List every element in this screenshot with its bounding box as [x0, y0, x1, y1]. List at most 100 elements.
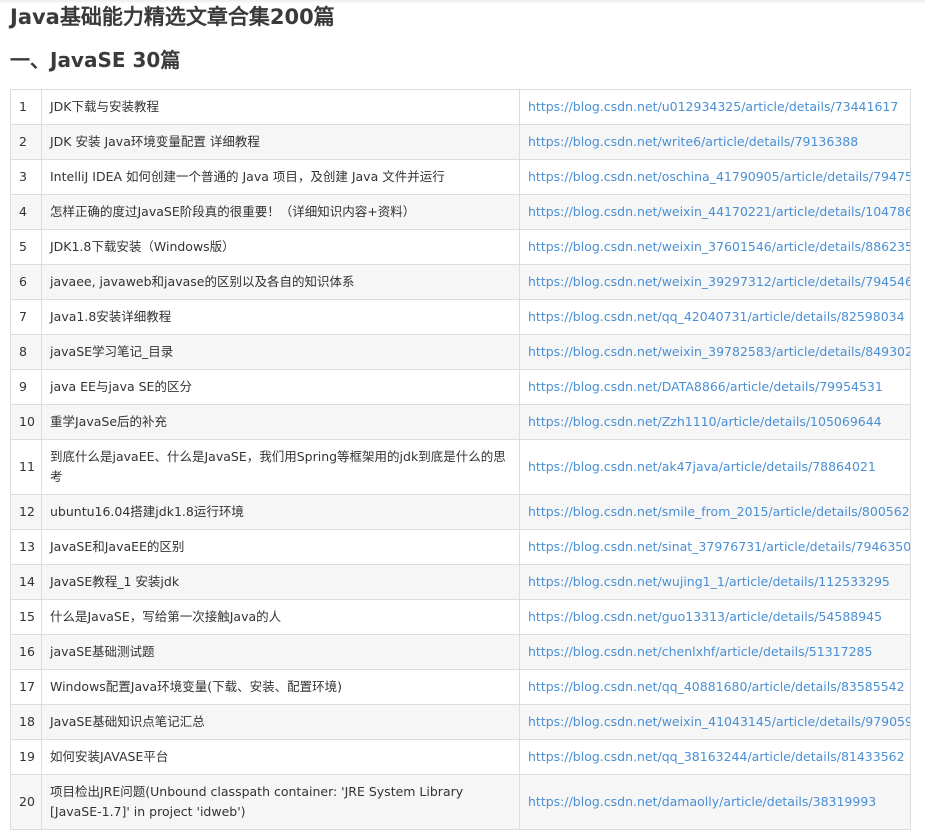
article-link-cell: https://blog.csdn.net/weixin_39782583/ar… — [519, 334, 911, 370]
table-row: 14 JavaSE教程_1 安装jdk https://blog.csdn.ne… — [10, 564, 911, 600]
article-link[interactable]: https://blog.csdn.net/weixin_37601546/ar… — [528, 239, 910, 254]
article-title: 到底什么是javaEE、什么是JavaSE，我们用Spring等框架用的jdk到… — [41, 439, 520, 495]
article-link[interactable]: https://blog.csdn.net/weixin_39297312/ar… — [528, 274, 910, 289]
article-link-cell: https://blog.csdn.net/qq_38163244/articl… — [519, 739, 911, 775]
article-link-cell: https://blog.csdn.net/u012934325/article… — [519, 89, 911, 125]
row-number: 9 — [10, 369, 42, 405]
row-number: 20 — [10, 774, 42, 830]
row-number: 2 — [10, 124, 42, 160]
table-row: 19 如何安装JAVASE平台 https://blog.csdn.net/qq… — [10, 739, 911, 775]
table-row: 15 什么是JavaSE，写给第一次接触Java的人 https://blog.… — [10, 599, 911, 635]
article-link-cell: https://blog.csdn.net/wujing1_1/article/… — [519, 564, 911, 600]
table-row: 9 java EE与java SE的区分 https://blog.csdn.n… — [10, 369, 911, 405]
article-title: JDK1.8下载安装（Windows版） — [41, 229, 520, 265]
article-link[interactable]: https://blog.csdn.net/Zzh1110/article/de… — [528, 414, 882, 429]
table-row: 6 javaee, javaweb和javase的区别以及各自的知识体系 htt… — [10, 264, 911, 300]
article-title: javaee, javaweb和javase的区别以及各自的知识体系 — [41, 264, 520, 300]
row-number: 1 — [10, 89, 42, 125]
article-link[interactable]: https://blog.csdn.net/DATA8866/article/d… — [528, 379, 883, 394]
article-link-cell: https://blog.csdn.net/Zzh1110/article/de… — [519, 404, 911, 440]
article-title: ubuntu16.04搭建jdk1.8运行环境 — [41, 494, 520, 530]
article-link[interactable]: https://blog.csdn.net/weixin_41043145/ar… — [528, 714, 910, 729]
article-link[interactable]: https://blog.csdn.net/weixin_39782583/ar… — [528, 344, 910, 359]
row-number: 4 — [10, 194, 42, 230]
articles-table: 1 JDK下载与安装教程 https://blog.csdn.net/u0129… — [10, 89, 911, 830]
row-number: 16 — [10, 634, 42, 670]
article-title: JavaSE基础知识点笔记汇总 — [41, 704, 520, 740]
article-title: javaSE学习笔记_目录 — [41, 334, 520, 370]
article-link-cell: https://blog.csdn.net/write6/article/det… — [519, 124, 911, 160]
article-title: 什么是JavaSE，写给第一次接触Java的人 — [41, 599, 520, 635]
table-row: 17 Windows配置Java环境变量(下载、安装、配置环境) https:/… — [10, 669, 911, 705]
article-link[interactable]: https://blog.csdn.net/wujing1_1/article/… — [528, 574, 890, 589]
article-link-cell: https://blog.csdn.net/smile_from_2015/ar… — [519, 494, 911, 530]
table-row: 18 JavaSE基础知识点笔记汇总 https://blog.csdn.net… — [10, 704, 911, 740]
row-number: 13 — [10, 529, 42, 565]
row-number: 6 — [10, 264, 42, 300]
table-row: 1 JDK下载与安装教程 https://blog.csdn.net/u0129… — [10, 89, 911, 125]
article-title: JDK 安装 Java环境变量配置 详细教程 — [41, 124, 520, 160]
table-row: 13 JavaSE和JavaEE的区别 https://blog.csdn.ne… — [10, 529, 911, 565]
row-number: 8 — [10, 334, 42, 370]
article-link[interactable]: https://blog.csdn.net/qq_42040731/articl… — [528, 309, 905, 324]
article-link[interactable]: https://blog.csdn.net/oschina_41790905/a… — [528, 169, 910, 184]
article-link-cell: https://blog.csdn.net/weixin_44170221/ar… — [519, 194, 911, 230]
article-link-cell: https://blog.csdn.net/oschina_41790905/a… — [519, 159, 911, 195]
row-number: 10 — [10, 404, 42, 440]
row-number: 12 — [10, 494, 42, 530]
article-link-cell: https://blog.csdn.net/weixin_39297312/ar… — [519, 264, 911, 300]
row-number: 19 — [10, 739, 42, 775]
article-title: javaSE基础测试题 — [41, 634, 520, 670]
table-row: 5 JDK1.8下载安装（Windows版） https://blog.csdn… — [10, 229, 911, 265]
article-link-cell: https://blog.csdn.net/weixin_41043145/ar… — [519, 704, 911, 740]
article-link[interactable]: https://blog.csdn.net/sinat_37976731/art… — [528, 539, 910, 554]
article-title: 项目检出JRE问题(Unbound classpath container: '… — [41, 774, 520, 830]
article-link[interactable]: https://blog.csdn.net/smile_from_2015/ar… — [528, 504, 910, 519]
row-number: 7 — [10, 299, 42, 335]
article-link[interactable]: https://blog.csdn.net/chenlxhf/article/d… — [528, 644, 872, 659]
articles-table-body: 1 JDK下载与安装教程 https://blog.csdn.net/u0129… — [10, 89, 911, 830]
page-title: Java基础能力精选文章合集200篇 — [10, 5, 335, 29]
table-row: 8 javaSE学习笔记_目录 https://blog.csdn.net/we… — [10, 334, 911, 370]
article-link-cell: https://blog.csdn.net/sinat_37976731/art… — [519, 529, 911, 565]
article-link[interactable]: https://blog.csdn.net/ak47java/article/d… — [528, 459, 876, 474]
article-link[interactable]: https://blog.csdn.net/qq_38163244/articl… — [528, 749, 905, 764]
article-title: JDK下载与安装教程 — [41, 89, 520, 125]
table-row: 7 Java1.8安装详细教程 https://blog.csdn.net/qq… — [10, 299, 911, 335]
article-link-cell: https://blog.csdn.net/qq_40881680/articl… — [519, 669, 911, 705]
row-number: 11 — [10, 439, 42, 495]
article-title: IntelliJ IDEA 如何创建一个普通的 Java 项目，及创建 Java… — [41, 159, 520, 195]
article-title: Java1.8安装详细教程 — [41, 299, 520, 335]
table-row: 10 重学JavaSe后的补充 https://blog.csdn.net/Zz… — [10, 404, 911, 440]
article-link[interactable]: https://blog.csdn.net/write6/article/det… — [528, 134, 858, 149]
row-number: 5 — [10, 229, 42, 265]
row-number: 18 — [10, 704, 42, 740]
article-link[interactable]: https://blog.csdn.net/u012934325/article… — [528, 99, 898, 114]
article-title: 如何安装JAVASE平台 — [41, 739, 520, 775]
article-link-cell: https://blog.csdn.net/chenlxhf/article/d… — [519, 634, 911, 670]
table-row: 3 IntelliJ IDEA 如何创建一个普通的 Java 项目，及创建 Ja… — [10, 159, 911, 195]
article-link[interactable]: https://blog.csdn.net/damaolly/article/d… — [528, 794, 876, 809]
article-title: java EE与java SE的区分 — [41, 369, 520, 405]
article-title: Windows配置Java环境变量(下载、安装、配置环境) — [41, 669, 520, 705]
article-link-cell: https://blog.csdn.net/damaolly/article/d… — [519, 774, 911, 830]
table-row: 4 怎样正确的度过JavaSE阶段真的很重要！（详细知识内容+资料） https… — [10, 194, 911, 230]
row-number: 17 — [10, 669, 42, 705]
table-row: 20 项目检出JRE问题(Unbound classpath container… — [10, 774, 911, 830]
article-link[interactable]: https://blog.csdn.net/guo13313/article/d… — [528, 609, 882, 624]
table-row: 16 javaSE基础测试题 https://blog.csdn.net/che… — [10, 634, 911, 670]
row-number: 15 — [10, 599, 42, 635]
table-row: 2 JDK 安装 Java环境变量配置 详细教程 https://blog.cs… — [10, 124, 911, 160]
article-link-cell: https://blog.csdn.net/DATA8866/article/d… — [519, 369, 911, 405]
article-link-cell: https://blog.csdn.net/guo13313/article/d… — [519, 599, 911, 635]
article-title: JavaSE教程_1 安装jdk — [41, 564, 520, 600]
article-link[interactable]: https://blog.csdn.net/weixin_44170221/ar… — [528, 204, 910, 219]
article-link-cell: https://blog.csdn.net/weixin_37601546/ar… — [519, 229, 911, 265]
article-title: 重学JavaSe后的补充 — [41, 404, 520, 440]
row-number: 14 — [10, 564, 42, 600]
article-link[interactable]: https://blog.csdn.net/qq_40881680/articl… — [528, 679, 905, 694]
section-title: 一、JavaSE 30篇 — [10, 48, 181, 72]
article-link-cell: https://blog.csdn.net/ak47java/article/d… — [519, 439, 911, 495]
table-row: 12 ubuntu16.04搭建jdk1.8运行环境 https://blog.… — [10, 494, 911, 530]
row-number: 3 — [10, 159, 42, 195]
